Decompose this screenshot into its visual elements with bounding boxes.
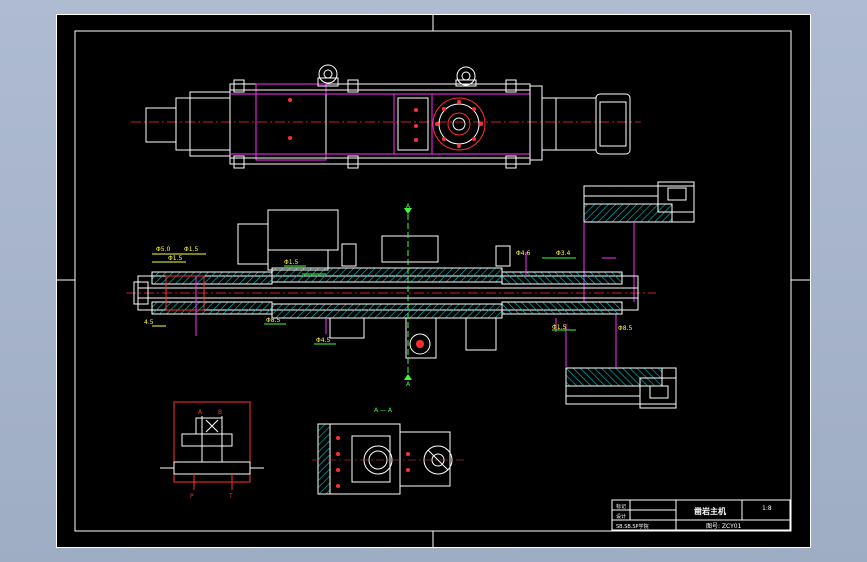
tb-row-label-2: 设计 <box>616 513 626 520</box>
tb-school: SB.SB.SP学院 <box>616 523 649 530</box>
dim-d4: Φ1.5 <box>284 259 298 266</box>
cad-drawing: Φ5.0 Φ1.5 Φ1.5 Φ1.5 Φ4.6 Φ3.4 Φ8.5 Φ4.5 … <box>56 14 811 548</box>
dim-d2: Φ1.5 <box>184 246 198 253</box>
detail-lower <box>565 367 677 409</box>
dim-d11: Φ8.5 <box>618 325 632 332</box>
top-view <box>131 64 641 169</box>
section-aa-label: A — A <box>374 407 393 414</box>
tb-part-name: 凿岩主机 <box>694 506 726 516</box>
dim-d9: Φ1.5 <box>552 324 566 331</box>
detail-upper <box>583 181 695 223</box>
title-block: 标记 设计 SB.SB.SP学院 凿岩主机 1:8 图号: ZCY01 <box>611 499 791 531</box>
section-a-label-bottom: A <box>406 381 411 388</box>
dim-d3: Φ1.5 <box>168 255 182 262</box>
tb-drawing-no: 图号: ZCY01 <box>706 523 742 530</box>
dim-d7: Φ8.5 <box>266 317 280 324</box>
dim-d1: Φ5.0 <box>156 246 170 253</box>
port-p-label: P <box>190 493 194 500</box>
port-a-label: A <box>198 409 203 416</box>
dim-d6: Φ3.4 <box>556 250 570 257</box>
tb-scale: 1:8 <box>762 505 772 512</box>
dim-d8: Φ4.5 <box>316 337 330 344</box>
port-t-label: T <box>228 493 233 500</box>
section-a-a-view: A — A <box>312 407 466 495</box>
drawing-sheet: Φ5.0 Φ1.5 Φ1.5 Φ1.5 Φ4.6 Φ3.4 Φ8.5 Φ4.5 … <box>56 14 811 548</box>
main-section-view: Φ5.0 Φ1.5 Φ1.5 Φ1.5 Φ4.6 Φ3.4 Φ8.5 Φ4.5 … <box>126 203 656 388</box>
tb-row-label-1: 标记 <box>616 503 626 510</box>
hydraulic-schematic: A B P T <box>160 401 264 500</box>
dim-d5: Φ4.6 <box>516 250 530 257</box>
dim-d10: 4.5 <box>144 319 154 326</box>
port-b-label: B <box>218 409 222 416</box>
